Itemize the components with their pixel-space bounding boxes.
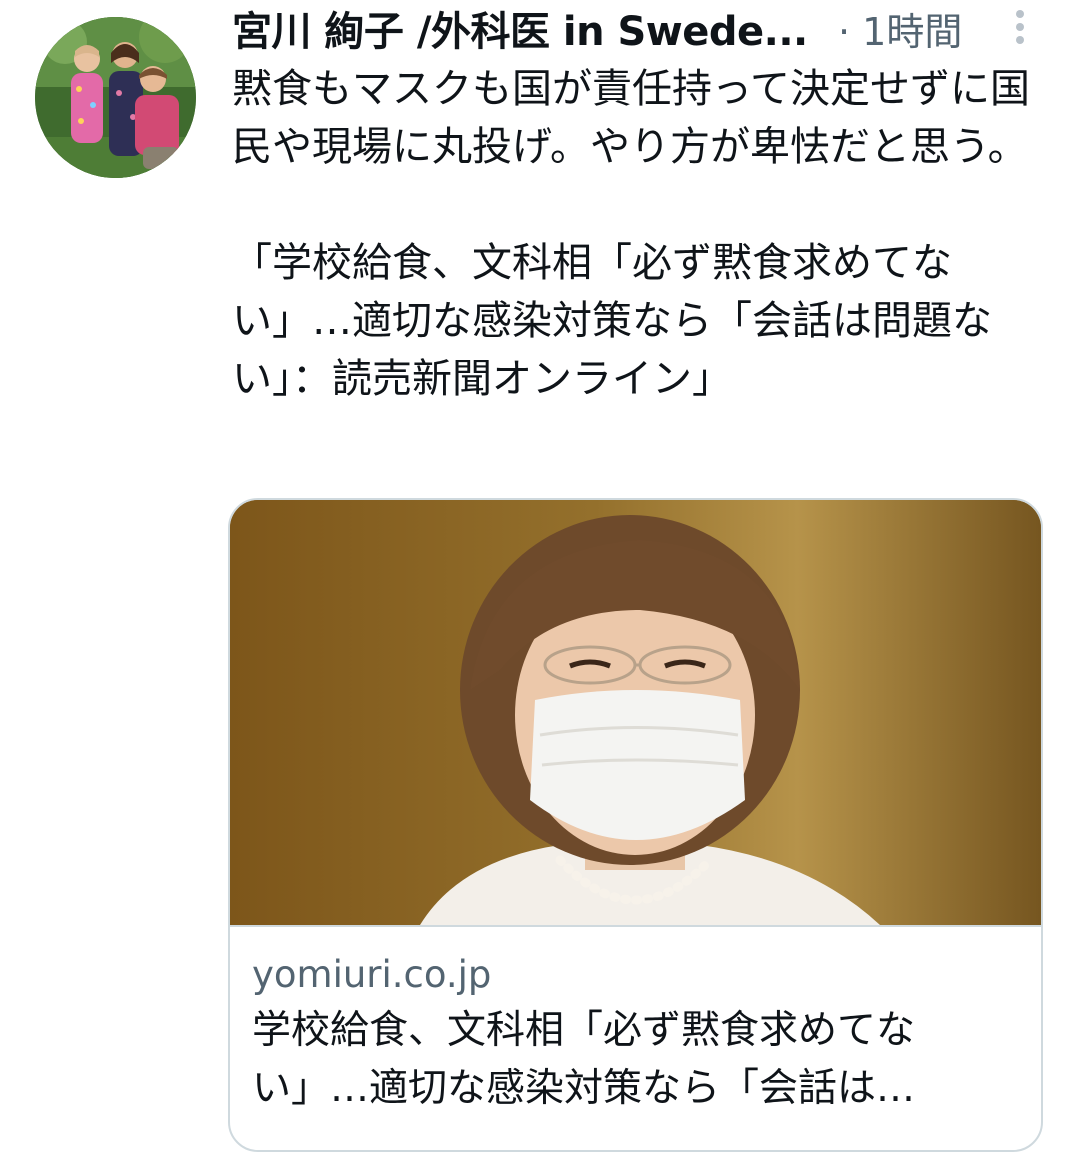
card-divider <box>230 925 1041 927</box>
link-card-domain: yomiuri.co.jp <box>252 953 492 996</box>
link-card-title: 学校給食、文科相「必ず黙食求めてない」…適切な感染対策なら「会話は… <box>252 1008 916 1111</box>
link-card-image[interactable] <box>230 500 1041 925</box>
tweet-header: 宮川 絢子 /外科医 in Swede... · 1時間 <box>232 6 1032 58</box>
avatar-photo <box>35 17 196 178</box>
author-display-name[interactable]: 宮川 絢子 /外科医 in Swede... <box>232 6 808 58</box>
tweet-timestamp[interactable]: · 1時間 <box>838 6 962 58</box>
avatar[interactable] <box>35 17 196 178</box>
more-vertical-icon[interactable] <box>1008 8 1032 48</box>
tweet-body: 黙食もマスクも国が責任持って決定せずに国民や現場に丸投げ。やり方が卑怯だと思う。… <box>232 60 1042 408</box>
tweet-text-paragraph-2: 「学校給食、文科相「必ず黙食求めてない」…適切な感染対策なら「会話は問題ない」：… <box>232 240 992 402</box>
card-photo <box>230 500 1041 925</box>
link-card[interactable]: yomiuri.co.jp 学校給食、文科相「必ず黙食求めてない」…適切な感染対… <box>228 498 1043 1152</box>
tweet[interactable]: 宮川 絢子 /外科医 in Swede... · 1時間 黙食もマスクも国が責任… <box>0 0 1079 1165</box>
tweet-text-paragraph-1: 黙食もマスクも国が責任持って決定せずに国民や現場に丸投げ。やり方が卑怯だと思う。 <box>232 66 1030 170</box>
